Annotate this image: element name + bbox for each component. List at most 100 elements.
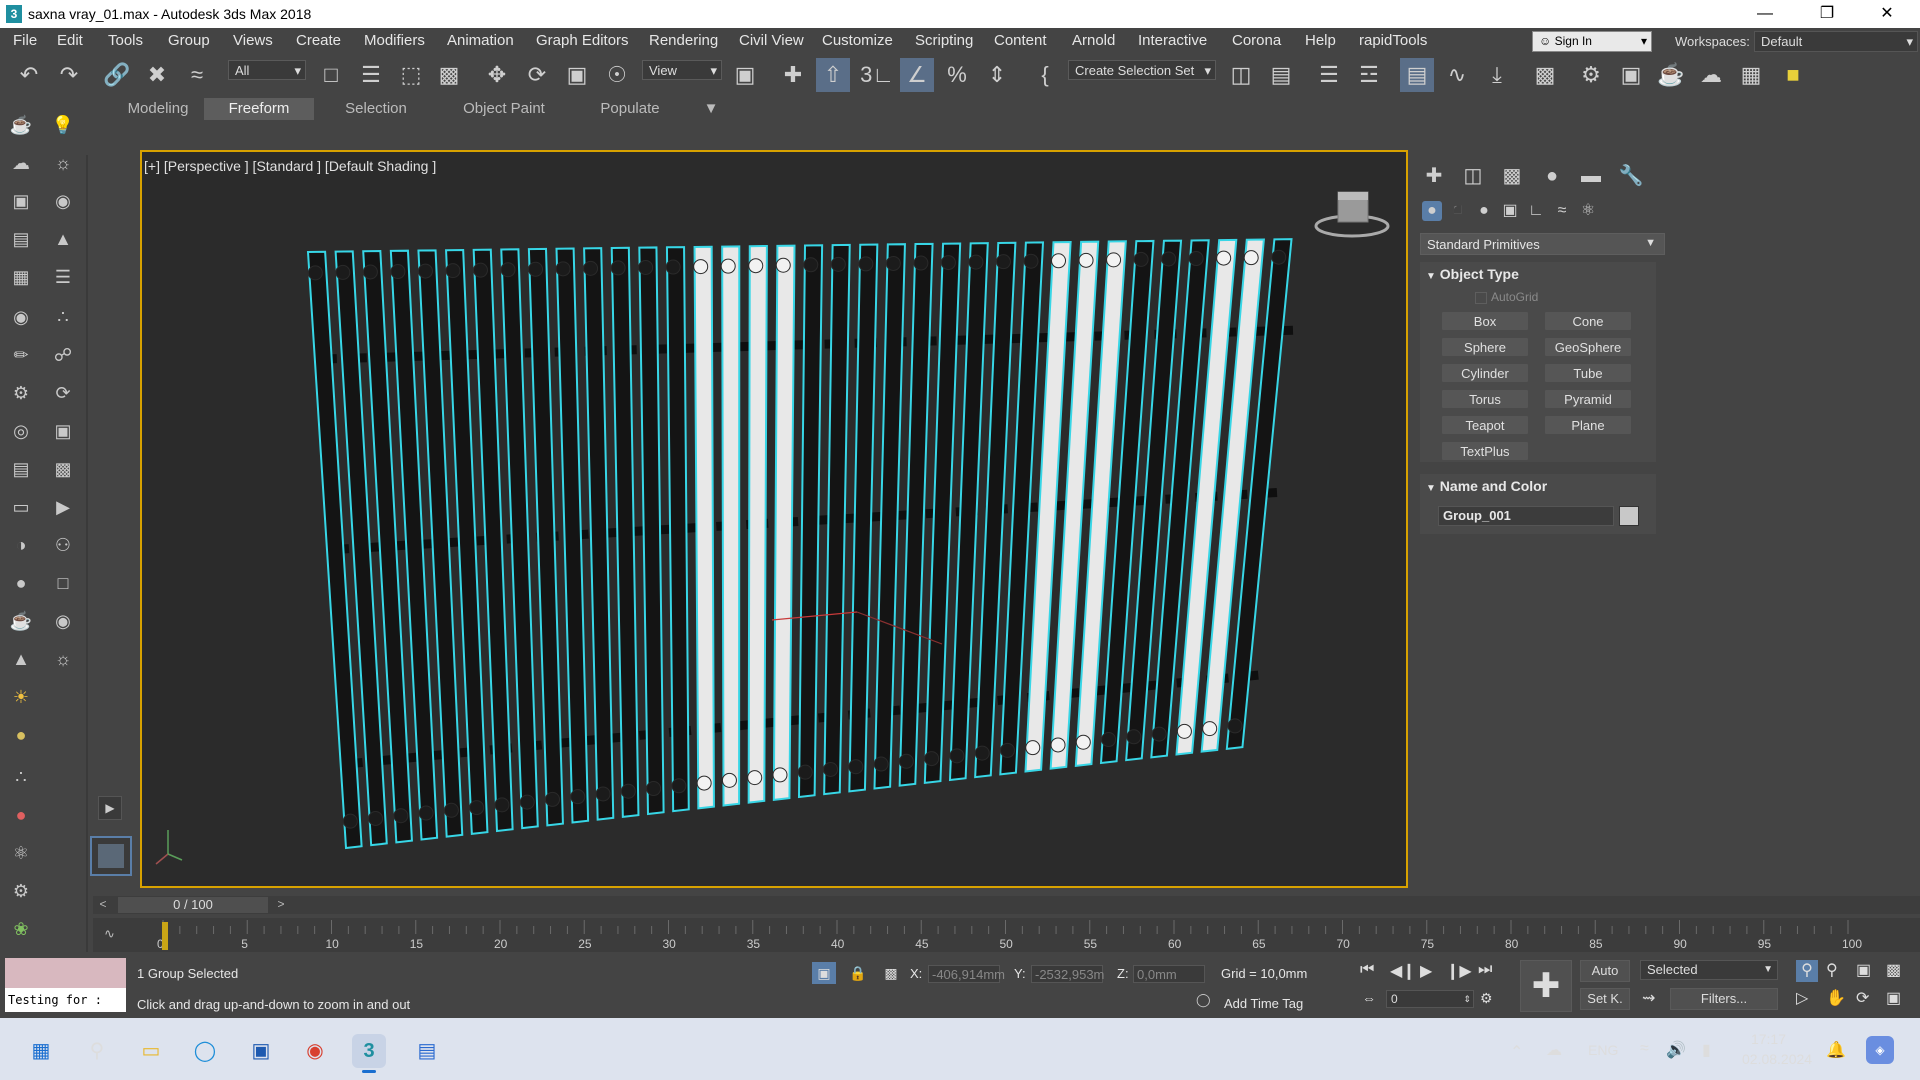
primitive-category-dropdown[interactable]: Standard Primitives ▼: [1420, 233, 1665, 255]
schematic-view-button[interactable]: ⤓: [1480, 58, 1514, 92]
ribbon-options-button[interactable]: ▼: [694, 98, 728, 120]
absolute-mode-button[interactable]: ▩: [880, 962, 902, 984]
geometry-category-button[interactable]: ●: [1422, 201, 1442, 221]
bulb-icon[interactable]: ☼: [48, 644, 78, 674]
menu-group[interactable]: Group: [168, 32, 210, 49]
menu-animation[interactable]: Animation: [447, 32, 514, 49]
ribbon-toggle-button[interactable]: ▤: [1400, 58, 1434, 92]
menu-scripting[interactable]: Scripting: [915, 32, 973, 49]
layer-explorer-button[interactable]: ☲: [1352, 58, 1386, 92]
file-explorer-button[interactable]: ▭: [134, 1034, 168, 1068]
curve-editor-mini-icon[interactable]: ∿: [104, 926, 115, 942]
y-coordinate-field[interactable]: -2532,953m: [1031, 965, 1104, 983]
zoom-all-button[interactable]: ⚲: [1826, 960, 1838, 980]
menu-modifiers[interactable]: Modifiers: [364, 32, 425, 49]
render-iterative-button[interactable]: ☁: [1694, 58, 1728, 92]
torus-button[interactable]: Torus: [1441, 389, 1529, 409]
tab-populate[interactable]: Populate: [580, 98, 680, 120]
3dsmax-taskbar-button[interactable]: 3: [352, 1034, 386, 1068]
menu-customize[interactable]: Customize: [822, 32, 893, 49]
render-icon[interactable]: ▶: [48, 492, 78, 522]
tree-icon[interactable]: ▲: [48, 224, 78, 254]
box-button[interactable]: Box: [1441, 311, 1529, 331]
object-name-field[interactable]: Group_001: [1438, 506, 1614, 526]
helpers-category-button[interactable]: ∟: [1526, 201, 1546, 221]
viewcube-icon[interactable]: [1314, 191, 1390, 238]
rig-icon[interactable]: ⚛: [6, 838, 36, 868]
scale-button[interactable]: ▣: [560, 58, 594, 92]
teapot-icon[interactable]: ☕: [6, 606, 36, 636]
frame-icon[interactable]: ▩: [48, 454, 78, 484]
menu-rapidtools[interactable]: rapidTools: [1359, 32, 1427, 49]
mirror-button[interactable]: ◫: [1224, 58, 1258, 92]
select-manipulate-button[interactable]: ✚: [776, 58, 810, 92]
place-button[interactable]: ☉: [600, 58, 634, 92]
material-icon[interactable]: ◉: [6, 302, 36, 332]
copilot-icon[interactable]: ◈: [1866, 1036, 1894, 1064]
previous-key-button[interactable]: ◀❙: [1390, 961, 1416, 981]
window-icon[interactable]: ▭: [6, 492, 36, 522]
percent-snap-button[interactable]: %: [940, 58, 974, 92]
key-filter-dropdown[interactable]: Selected ▼: [1640, 960, 1778, 980]
tab-hierarchy[interactable]: ▩: [1495, 162, 1529, 190]
tab-utilities[interactable]: 🔧: [1614, 162, 1648, 190]
geosphere-button[interactable]: GeoSphere: [1544, 337, 1632, 357]
spacewarps-category-button[interactable]: ≈: [1552, 201, 1572, 221]
menu-views[interactable]: Views: [233, 32, 273, 49]
textplus-button[interactable]: TextPlus: [1441, 441, 1529, 461]
set-key-big-button[interactable]: ✚: [1520, 960, 1572, 1012]
tab-modeling[interactable]: Modeling: [112, 98, 204, 120]
menu-content[interactable]: Content: [994, 32, 1047, 49]
next-frame-button[interactable]: >: [274, 897, 288, 913]
zoom-button[interactable]: ⚲: [1796, 960, 1818, 982]
viewport-icon[interactable]: ▣: [6, 186, 36, 216]
search-button[interactable]: ⚲: [80, 1034, 114, 1068]
set-key-button[interactable]: Set K.: [1580, 988, 1630, 1010]
tab-modify[interactable]: ◫: [1456, 162, 1490, 190]
tab-object-paint[interactable]: Object Paint: [448, 98, 560, 120]
go-to-end-button[interactable]: ⏭: [1478, 961, 1492, 979]
film-icon[interactable]: ▤: [6, 454, 36, 484]
table-icon[interactable]: ▦: [6, 262, 36, 292]
angle-snap-button[interactable]: ∠: [900, 58, 934, 92]
named-selection-set-dropdown[interactable]: Create Selection Set ▾: [1068, 60, 1216, 80]
menu-file[interactable]: File: [13, 32, 37, 49]
sun-light-icon[interactable]: ☀: [6, 682, 36, 712]
selection-filter-dropdown[interactable]: All ▾: [228, 60, 306, 80]
menu-tools[interactable]: Tools: [108, 32, 143, 49]
redo-button[interactable]: ↷: [52, 58, 86, 92]
cone-icon[interactable]: ▲: [6, 644, 36, 674]
maxscript-listener-top[interactable]: [5, 958, 126, 988]
gear-icon[interactable]: ⚙: [6, 876, 36, 906]
notification-bell-icon[interactable]: 🔔: [1826, 1040, 1846, 1060]
link-icon[interactable]: ☍: [48, 340, 78, 370]
rotate-icon[interactable]: ⟳: [48, 378, 78, 408]
tab-freeform[interactable]: Freeform: [204, 98, 314, 120]
zoom-extents-all-button[interactable]: ▩: [1886, 960, 1901, 980]
teapot-button[interactable]: Teapot: [1441, 415, 1529, 435]
z-coordinate-field[interactable]: 0,0mm: [1133, 965, 1205, 983]
particles-icon[interactable]: ∴: [6, 762, 36, 792]
show-hidden-icons-button[interactable]: ⌃: [1510, 1042, 1523, 1062]
lights-category-button[interactable]: ●: [1474, 201, 1494, 221]
object-color-swatch[interactable]: [1619, 506, 1639, 526]
default-in-out-tangents-button[interactable]: ⇝: [1642, 988, 1655, 1008]
rendered-frame-window-button[interactable]: ▣: [1614, 58, 1648, 92]
menu-edit[interactable]: Edit: [57, 32, 83, 49]
sun-icon[interactable]: ☼: [48, 148, 78, 178]
plant-icon[interactable]: ❀: [6, 914, 36, 944]
viewport-label[interactable]: [+] [Perspective ] [Standard ] [Default …: [144, 158, 436, 174]
pill-icon[interactable]: ●: [6, 800, 36, 830]
list-icon[interactable]: ☰: [48, 262, 78, 292]
render-production-button[interactable]: ☕: [1654, 58, 1688, 92]
link-button[interactable]: 🔗: [100, 58, 134, 92]
perspective-viewport[interactable]: [140, 150, 1408, 888]
selection-lock-button[interactable]: 🔒: [848, 962, 868, 984]
curve-editor-button[interactable]: ∿: [1440, 58, 1474, 92]
tab-create[interactable]: ✚: [1417, 162, 1451, 190]
align-button[interactable]: ▤: [1264, 58, 1298, 92]
key-mode-toggle[interactable]: ⇔: [1362, 990, 1376, 1006]
object-type-rollout-header[interactable]: ▼ Object Type: [1426, 266, 1519, 282]
menu-civil-view[interactable]: Civil View: [739, 32, 804, 49]
select-object-button[interactable]: □: [314, 58, 348, 92]
